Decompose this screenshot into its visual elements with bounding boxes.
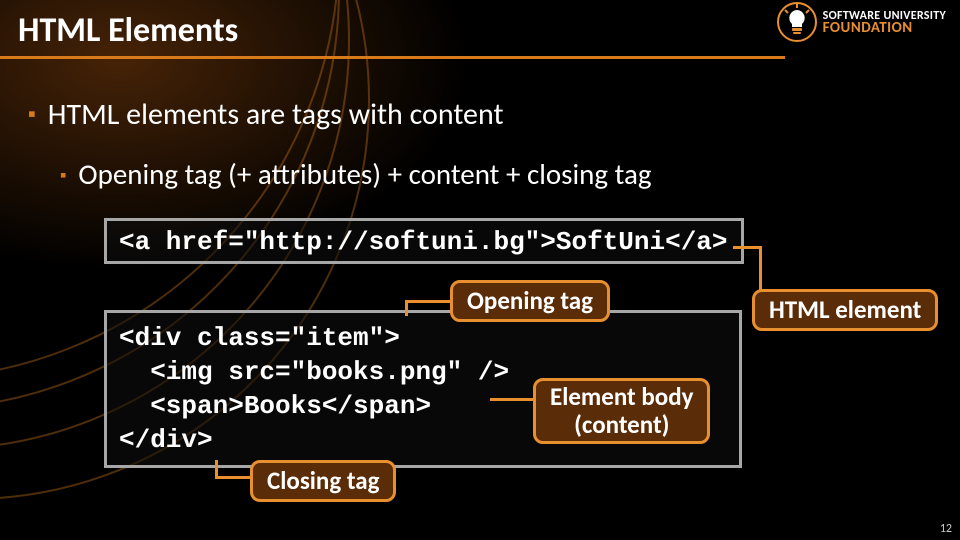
connector-line: [215, 476, 255, 479]
brand-logo: SOFTWARE UNIVERSITY FOUNDATION: [777, 2, 952, 42]
lightbulb-icon: [777, 2, 817, 42]
callout-element-body: Element body (content): [533, 378, 710, 444]
callout-html-element: HTML element: [752, 289, 938, 331]
page-number: 12: [940, 522, 952, 536]
callout-line: (content): [550, 411, 693, 439]
code-line: <div class="item">: [119, 321, 727, 355]
code-line: <a href="http://softuni.bg">SoftUni</a>: [119, 227, 728, 257]
logo-text-line2: FOUNDATION: [823, 19, 913, 37]
bullet-level2: Opening tag (+ attributes) + content + c…: [60, 156, 652, 192]
bullet-level1: HTML elements are tags with content: [28, 96, 504, 133]
slide-title: HTML Elements: [18, 10, 238, 51]
callout-closing-tag: Closing tag: [250, 460, 396, 502]
connector-line: [405, 302, 408, 316]
code-example-anchor: <a href="http://softuni.bg">SoftUni</a>: [104, 218, 744, 264]
connector-line: [733, 246, 761, 249]
callout-line: Element body: [550, 383, 693, 411]
connector-line: [405, 300, 450, 303]
callout-opening-tag: Opening tag: [450, 280, 610, 322]
title-underline: [0, 56, 785, 59]
